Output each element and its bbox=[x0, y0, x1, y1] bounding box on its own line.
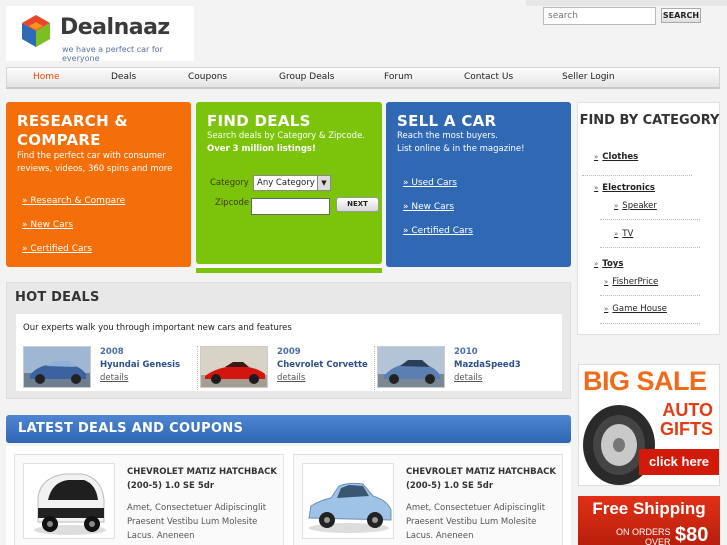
zipcode-input[interactable] bbox=[251, 198, 330, 215]
sell-used-cars-link[interactable]: » Used Cars bbox=[403, 178, 457, 188]
nav-group-deals[interactable]: Group Deals bbox=[279, 72, 334, 82]
deal-title[interactable]: CHEVROLET MATIZ HATCHBACK (200-5) 1.0 SE… bbox=[127, 465, 279, 493]
bullet-icon: » bbox=[594, 184, 599, 192]
category-select-value: Any Category bbox=[257, 178, 315, 188]
deal-card[interactable]: CHEVROLET MATIZ HATCHBACK (200-5) 1.0 SE… bbox=[14, 454, 284, 545]
car-image[interactable] bbox=[377, 346, 445, 388]
search-input[interactable] bbox=[543, 7, 656, 25]
next-button[interactable]: NEXT bbox=[336, 197, 379, 212]
click-here-button[interactable]: click here bbox=[639, 449, 719, 475]
big-sale-ad[interactable]: BIG SALE AUTO GIFTS click here bbox=[578, 364, 720, 486]
car-year: 2009 bbox=[277, 347, 301, 357]
amount-text: $80 bbox=[675, 524, 709, 545]
bullet-icon: » bbox=[614, 202, 619, 210]
car-year: 2008 bbox=[100, 347, 124, 357]
category-label: Category bbox=[210, 178, 249, 188]
car-image[interactable] bbox=[23, 346, 91, 388]
bullet-icon: » bbox=[604, 278, 609, 286]
deal-image[interactable] bbox=[302, 463, 394, 539]
deal-title[interactable]: CHEVROLET MATIZ HATCHBACK (200-5) 1.0 SE… bbox=[406, 465, 558, 493]
divider bbox=[197, 346, 198, 390]
nav-home[interactable]: Home bbox=[33, 72, 60, 82]
bullet-icon: » bbox=[594, 153, 599, 161]
deal-description: Amet, Consectetuer Adipiscinglit Praesen… bbox=[406, 503, 546, 541]
research-compare-panel: RESEARCH & COMPARE Find the perfect car … bbox=[6, 102, 191, 267]
nav-forum[interactable]: Forum bbox=[384, 72, 413, 82]
sell-text-1: Reach the most buyers. bbox=[397, 131, 498, 141]
latest-deals-header: LATEST DEALS AND COUPONS bbox=[6, 415, 571, 443]
research-compare-link[interactable]: » Research & Compare bbox=[22, 196, 125, 206]
nav-seller-login[interactable]: Seller Login bbox=[562, 72, 615, 82]
deal-description: Amet, Consectetuer Adipiscinglit Praesen… bbox=[127, 503, 267, 541]
nav-deals[interactable]: Deals bbox=[111, 72, 136, 82]
category-fisherprice[interactable]: » FisherPrice bbox=[604, 277, 658, 287]
car-model[interactable]: MazdaSpeed3 bbox=[454, 360, 521, 370]
car-details-link[interactable]: details bbox=[277, 373, 305, 383]
sell-a-car-panel: SELL A CAR Reach the most buyers. List o… bbox=[386, 102, 571, 267]
nav-contact-us[interactable]: Contact Us bbox=[464, 72, 513, 82]
main-nav: Home Deals Coupons Group Deals Forum Con… bbox=[6, 67, 720, 89]
search-button[interactable]: SEARCH bbox=[661, 8, 701, 23]
find-deals-text: Search deals by Category & Zipcode. bbox=[207, 131, 365, 141]
divider bbox=[600, 247, 700, 248]
category-toys[interactable]: » Toys bbox=[594, 259, 623, 269]
sell-new-cars-link[interactable]: » New Cars bbox=[403, 202, 454, 212]
brand-tagline: we have a perfect car for everyone bbox=[62, 45, 163, 63]
free-shipping-ad[interactable]: Free Shipping ON ORDERS OVER $80 bbox=[578, 496, 720, 545]
top-strip bbox=[526, 0, 727, 6]
chevron-down-icon: ▼ bbox=[317, 176, 330, 190]
sell-text-2: List online & in the magazine! bbox=[397, 144, 525, 154]
hot-deals-intro: Our experts walk you through important n… bbox=[23, 323, 292, 333]
category-speaker[interactable]: » Speaker bbox=[614, 201, 657, 211]
research-new-cars-link[interactable]: » New Cars bbox=[22, 220, 73, 230]
latest-deals-list: CHEVROLET MATIZ HATCHBACK (200-5) 1.0 SE… bbox=[6, 446, 571, 545]
research-certified-cars-link[interactable]: » Certified Cars bbox=[22, 244, 92, 254]
bullet-icon: » bbox=[594, 260, 599, 268]
free-shipping-text: Free Shipping bbox=[592, 499, 706, 518]
category-game-house[interactable]: » Game House bbox=[604, 304, 667, 314]
nav-coupons[interactable]: Coupons bbox=[188, 72, 227, 82]
hot-deal-item: 2010 MazdaSpeed3 details bbox=[377, 346, 547, 390]
hot-deals-list: Our experts walk you through important n… bbox=[16, 314, 562, 391]
zipcode-label: Zipcode bbox=[215, 198, 250, 208]
car-image[interactable] bbox=[200, 346, 268, 388]
bullet-icon: » bbox=[604, 305, 609, 313]
category-tv[interactable]: » TV bbox=[614, 229, 633, 239]
auto-gifts-text: AUTO GIFTS bbox=[660, 400, 713, 439]
sell-title: SELL A CAR bbox=[397, 112, 497, 130]
find-deals-title: FIND DEALS bbox=[207, 112, 311, 130]
deal-card[interactable]: CHEVROLET MATIZ HATCHBACK (200-5) 1.0 SE… bbox=[293, 454, 563, 545]
category-select[interactable]: Any Category ▼ bbox=[253, 175, 331, 191]
research-title: RESEARCH & COMPARE bbox=[17, 112, 128, 149]
divider bbox=[374, 346, 375, 390]
find-deals-highlight: Over 3 million listings! bbox=[207, 144, 316, 154]
hot-deal-item: 2008 Hyundai Genesis details bbox=[23, 346, 198, 390]
divider bbox=[600, 295, 700, 296]
category-electronics[interactable]: » Electronics bbox=[594, 183, 655, 193]
orders-over-text: ON ORDERS OVER bbox=[616, 527, 671, 545]
site-logo[interactable]: Dealnaaz we have a perfect car for every… bbox=[6, 6, 194, 63]
divider bbox=[600, 219, 700, 220]
hot-deal-item: 2009 Chevrolet Corvette details bbox=[200, 346, 375, 390]
car-details-link[interactable]: details bbox=[100, 373, 128, 383]
category-clothes[interactable]: » Clothes bbox=[594, 152, 638, 162]
car-year: 2010 bbox=[454, 347, 478, 357]
deal-image[interactable] bbox=[23, 463, 115, 539]
research-text: Find the perfect car with consumer revie… bbox=[17, 151, 173, 174]
category-panel-title: FIND BY CATEGORY bbox=[579, 113, 720, 128]
car-details-link[interactable]: details bbox=[454, 373, 482, 383]
big-sale-text: BIG SALE bbox=[583, 366, 707, 396]
hot-deals-section: HOT DEALS Our experts walk you through i… bbox=[6, 282, 571, 399]
divider bbox=[600, 323, 700, 324]
hot-deals-title: HOT DEALS bbox=[15, 290, 100, 305]
brand-name: Dealnaaz bbox=[60, 15, 170, 40]
divider bbox=[582, 175, 692, 176]
find-by-category-panel: FIND BY CATEGORY » Clothes » Electronics »… bbox=[577, 102, 720, 335]
car-model[interactable]: Hyundai Genesis bbox=[100, 360, 180, 370]
dealnaaz-logo-icon bbox=[22, 15, 50, 47]
sell-certified-cars-link[interactable]: » Certified Cars bbox=[403, 226, 473, 236]
bullet-icon: » bbox=[614, 230, 619, 238]
find-deals-strip bbox=[196, 266, 382, 273]
car-model[interactable]: Chevrolet Corvette bbox=[277, 360, 368, 370]
